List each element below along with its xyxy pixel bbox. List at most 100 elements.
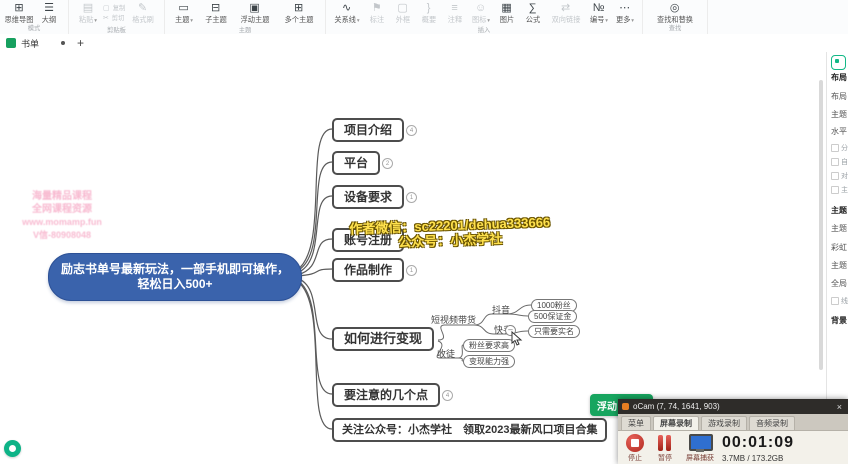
sheet-doc-icon (6, 38, 16, 48)
collapse-badge[interactable]: 4 (442, 390, 453, 401)
panel-row-horizontal[interactable]: 水平 (831, 126, 848, 137)
subtopic-apprentice[interactable]: 收徒 (437, 349, 455, 359)
add-sheet-button[interactable]: + (77, 37, 84, 49)
leaf-500-deposit[interactable]: 500保证金 (528, 310, 577, 323)
format-painter-button[interactable]: ✎ 格式刷 (126, 2, 160, 24)
panel-row-rainbow[interactable]: 彩虹 (831, 242, 848, 253)
collapse-badge[interactable]: 1 (406, 265, 417, 276)
subtopic-icon: ⊟ (211, 2, 220, 15)
branch-node-platform[interactable]: 平台 2 (332, 151, 380, 175)
branch-node-follow-wechat[interactable]: 关注公众号：小杰学社 领取2023最新风口项目合集 (332, 418, 607, 442)
panel-style-icon[interactable] (831, 55, 846, 70)
central-topic-line1: 励志书单号最新玩法，一部手机即可操作， (61, 262, 289, 277)
mindmap-icon: ⊞ (14, 2, 23, 15)
leaf-fan-requirement[interactable]: 粉丝要求高 (463, 339, 515, 352)
icon-insert-button[interactable]: ☺ 图标 (468, 2, 494, 26)
ocam-stop-button[interactable]: 停止 (626, 434, 644, 463)
collapse-badge[interactable]: 4 (406, 125, 417, 136)
floating-topic-icon: ▣ (249, 2, 259, 15)
callout-button[interactable]: ⚑ 标注 (364, 2, 390, 24)
mindmap-mode-label: 思维导图 (5, 15, 34, 23)
find-replace-button[interactable]: ◎ 查找和替换 (647, 2, 703, 24)
formula-button[interactable]: ∑ 公式 (520, 2, 546, 24)
subtopic-short-video[interactable]: 短视频带货 (431, 315, 476, 325)
panel-checkbox[interactable]: 自由 (831, 157, 848, 167)
ocam-close-button[interactable]: × (835, 402, 844, 412)
relationship-line-icon: ∿ (342, 2, 351, 15)
find-replace-label: 查找和替换 (657, 15, 693, 23)
branch-label: 关注公众号：小杰学社 领取2023最新风口项目合集 (342, 424, 597, 436)
panel-row-theme2[interactable]: 主题 (831, 260, 848, 271)
cut-button[interactable]: ✂ 剪切 (103, 13, 126, 23)
ocam-tab-game-record[interactable]: 游戏录制 (701, 416, 747, 430)
app-window: ⊞ 思维导图 ☰ 大纲 模式 ▤ 粘贴 ▢ 复制 (0, 0, 848, 464)
subtopic-button[interactable]: ⊟ 子主题 (199, 2, 233, 24)
ocam-tab-menu[interactable]: 菜单 (621, 416, 651, 430)
pause-label: 暂停 (658, 453, 672, 463)
collapse-badge[interactable]: 2 (382, 158, 393, 169)
more-icon: ⋯ (619, 2, 630, 15)
panel-checkbox[interactable]: 主题 (831, 185, 848, 195)
vertical-scrollbar[interactable] (819, 80, 823, 370)
leaf-realname-only[interactable]: 只需要实名 (528, 325, 580, 338)
ocam-app-icon (622, 403, 629, 410)
panel-row-layout-header: 布局 (831, 72, 848, 83)
branch-node-attention-points[interactable]: 要注意的几个点 4 (332, 383, 440, 407)
outline-mode-button[interactable]: ☰ 大纲 (34, 2, 64, 24)
topic-button[interactable]: ▭ 主题 (169, 2, 199, 26)
collapse-badge[interactable]: 1 (406, 192, 417, 203)
more-label: 更多 (616, 16, 634, 26)
ribbon-group-find: ◎ 查找和替换 查找 (643, 0, 708, 34)
frame-button[interactable]: ▢ 外框 (390, 2, 416, 24)
branch-node-device[interactable]: 设备要求 1 (332, 185, 404, 209)
copy-button[interactable]: ▢ 复制 (103, 3, 126, 13)
panel-row-global[interactable]: 全局 (831, 278, 848, 289)
panel-row-layout[interactable]: 布局 (831, 91, 848, 102)
outline-icon: ☰ (44, 2, 54, 15)
panel-checkbox[interactable]: 分支 (831, 143, 848, 153)
ocam-titlebar[interactable]: oCam (7, 74, 1641, 903) × (618, 399, 848, 414)
panel-checkbox[interactable]: 线条 (831, 296, 848, 306)
format-painter-label: 格式刷 (132, 15, 154, 23)
assistant-button[interactable] (4, 440, 21, 457)
mouse-cursor-icon (510, 331, 524, 347)
ribbon-group-insert: ∿ 关系线 ⚑ 标注 ▢ 外框 } 概要 ≡ 注释 (326, 0, 643, 34)
ocam-tab-audio-record[interactable]: 音频录制 (749, 416, 795, 430)
floating-topic-button[interactable]: ▣ 浮动主题 (233, 2, 277, 24)
relationship-line-button[interactable]: ∿ 关系线 (330, 2, 364, 26)
formula-label: 公式 (525, 15, 539, 23)
stop-record-icon (626, 434, 644, 452)
ocam-tab-screen-record[interactable]: 屏幕录制 (653, 416, 699, 430)
record-timer: 00:01:09 (722, 434, 794, 452)
note-button[interactable]: ≡ 注释 (442, 2, 468, 24)
branch-node-project-intro[interactable]: 项目介绍 4 (332, 118, 404, 142)
leaf-monetize-ability[interactable]: 变现能力强 (463, 355, 515, 368)
paste-button[interactable]: ▤ 粘贴 (73, 2, 103, 26)
summary-icon: } (427, 2, 431, 15)
central-topic-node[interactable]: 励志书单号最新玩法，一部手机即可操作， 轻松日入500+ (48, 253, 302, 301)
link-button[interactable]: ⇄ 双向链接 (546, 2, 586, 24)
frame-icon: ▢ (397, 2, 407, 15)
multi-topic-button[interactable]: ⊞ 多个主题 (277, 2, 321, 24)
pause-icon (656, 434, 674, 452)
unsaved-dot-icon (61, 41, 65, 45)
subtopic-douyin[interactable]: 抖音 (492, 305, 510, 315)
number-button[interactable]: № 编号 (586, 2, 612, 26)
panel-row-theme[interactable]: 主题 (831, 223, 848, 234)
more-button[interactable]: ⋯ 更多 (612, 2, 638, 26)
ocam-pause-button[interactable]: 暂停 (656, 434, 674, 463)
ribbon-group-mode: ⊞ 思维导图 ☰ 大纲 模式 (0, 0, 69, 34)
summary-button[interactable]: } 概要 (416, 2, 442, 24)
summary-label: 概要 (421, 15, 435, 23)
sheet-tab[interactable]: 书单 (21, 37, 39, 50)
image-button[interactable]: ▦ 图片 (494, 2, 520, 24)
panel-row-topic[interactable]: 主题 (831, 109, 848, 120)
multi-topic-icon: ⊞ (294, 2, 303, 15)
panel-checkbox[interactable]: 对齐 (831, 171, 848, 181)
branch-node-account-register[interactable]: 账号注册 (332, 228, 404, 252)
mindmap-mode-button[interactable]: ⊞ 思维导图 (4, 2, 34, 24)
branch-node-monetize[interactable]: 如何进行变现 (332, 327, 434, 351)
branch-node-content-making[interactable]: 作品制作 1 (332, 258, 404, 282)
ocam-capture-button[interactable]: 屏幕捕获 (686, 434, 714, 463)
callout-icon: ⚑ (372, 2, 382, 15)
